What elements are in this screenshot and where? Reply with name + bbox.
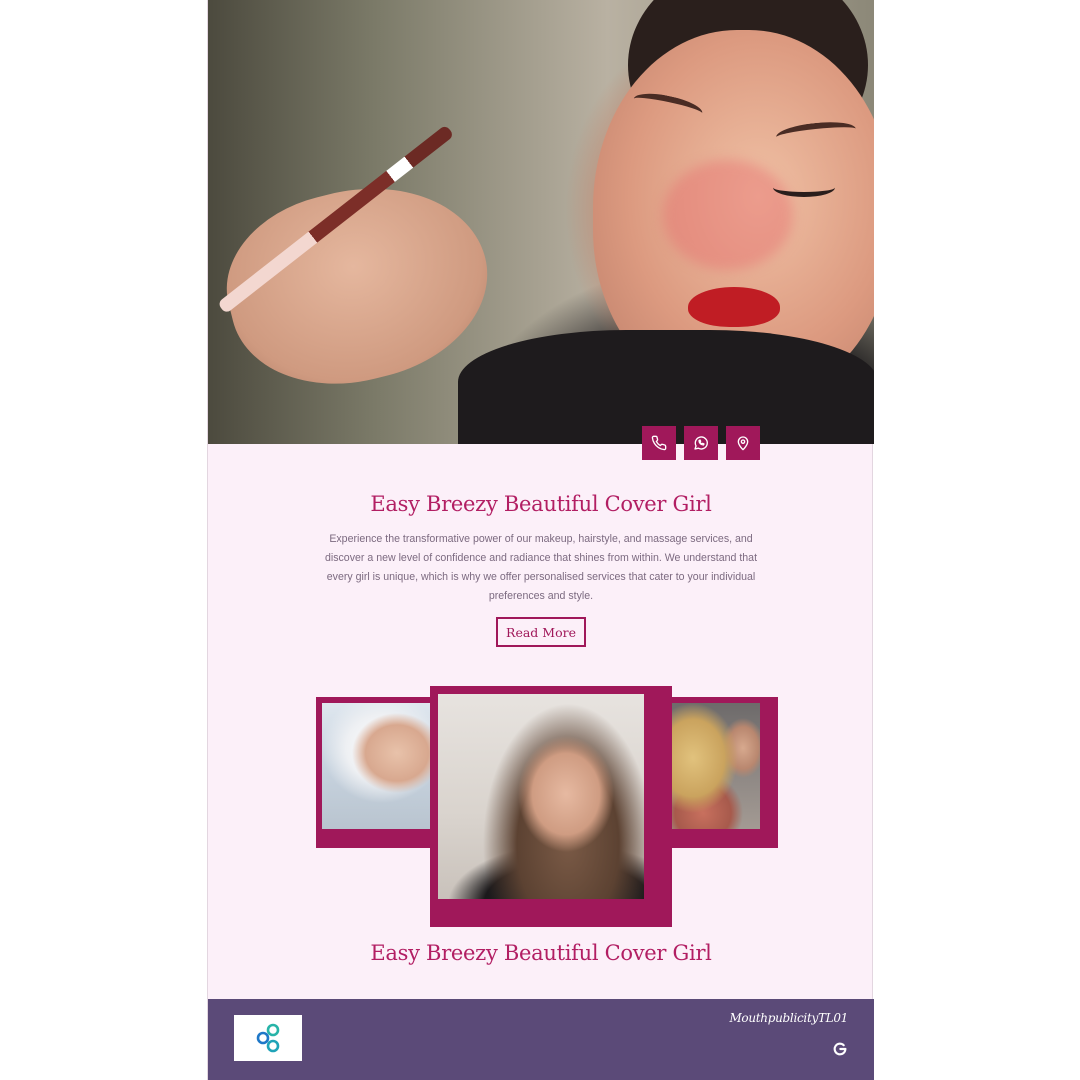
hero-image	[208, 0, 874, 444]
site-logo[interactable]	[234, 1015, 302, 1061]
phone-icon	[651, 435, 667, 451]
footer: MouthpublicityTL01	[208, 999, 874, 1080]
location-pin-icon	[737, 436, 749, 451]
location-button[interactable]	[726, 426, 760, 460]
intro-title: Easy Breezy Beautiful Cover Girl	[370, 492, 712, 516]
network-logo-icon	[256, 1023, 280, 1053]
google-icon[interactable]	[832, 1041, 848, 1057]
phone-button[interactable]	[642, 426, 676, 460]
landing-page: Easy Breezy Beautiful Cover Girl Experie…	[207, 0, 874, 1080]
whatsapp-icon	[694, 436, 708, 450]
read-more-button[interactable]: Read More	[496, 617, 586, 647]
gallery-image-facial[interactable]	[322, 703, 430, 829]
gallery-title: Easy Breezy Beautiful Cover Girl	[370, 941, 712, 965]
gallery-image-hair[interactable]	[438, 694, 644, 899]
intro-description: Experience the transformative power of o…	[324, 533, 758, 602]
whatsapp-button[interactable]	[684, 426, 718, 460]
brand-name: MouthpublicityTL01	[729, 1011, 848, 1025]
